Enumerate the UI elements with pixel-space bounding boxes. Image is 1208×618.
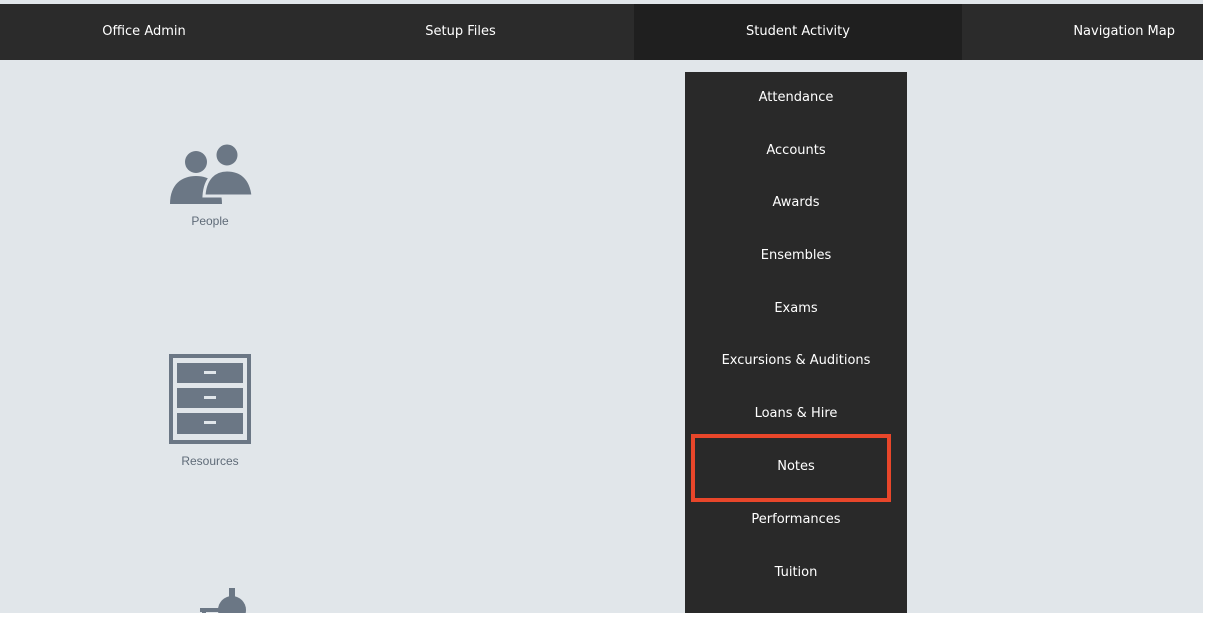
resources-label: Resources <box>181 454 239 468</box>
content-area: Office Admin Setup Files Student Activit… <box>0 0 1203 613</box>
people-tile[interactable]: People <box>125 140 295 228</box>
menu-item-attendance[interactable]: Attendance <box>685 72 907 124</box>
menu-item-awards[interactable]: Awards <box>685 177 907 229</box>
finance-tile[interactable] <box>125 586 295 613</box>
student-activity-dropdown: Attendance Accounts Awards Ensembles Exa… <box>685 72 907 613</box>
nav-navigation-map[interactable]: Navigation Map <box>962 4 1203 60</box>
money-icon <box>200 588 246 613</box>
nav-label: Office Admin <box>102 24 186 39</box>
menu-item-accounts[interactable]: Accounts <box>685 125 907 177</box>
nav-label: Navigation Map <box>1073 24 1175 39</box>
top-navbar: Office Admin Setup Files Student Activit… <box>0 4 1203 60</box>
nav-setup-files[interactable]: Setup Files <box>288 4 633 60</box>
page: Office Admin Setup Files Student Activit… <box>0 0 1208 618</box>
nav-office-admin[interactable]: Office Admin <box>0 4 288 60</box>
menu-item-loans-hire[interactable]: Loans & Hire <box>685 388 907 440</box>
filing-cabinet-icon <box>169 354 251 444</box>
menu-item-ensembles[interactable]: Ensembles <box>685 230 907 282</box>
nav-label: Student Activity <box>746 24 850 39</box>
nav-student-activity[interactable]: Student Activity <box>634 4 962 60</box>
menu-item-excursions-auditions[interactable]: Excursions & Auditions <box>685 335 907 387</box>
resources-tile[interactable]: Resources <box>125 354 295 468</box>
nav-label: Setup Files <box>425 24 496 39</box>
people-icon <box>170 141 255 204</box>
menu-item-performances[interactable]: Performances <box>685 494 907 546</box>
menu-item-exams[interactable]: Exams <box>685 283 907 335</box>
menu-item-tuition[interactable]: Tuition <box>685 547 907 599</box>
menu-item-notes[interactable]: Notes <box>685 441 907 493</box>
people-label: People <box>191 214 229 228</box>
